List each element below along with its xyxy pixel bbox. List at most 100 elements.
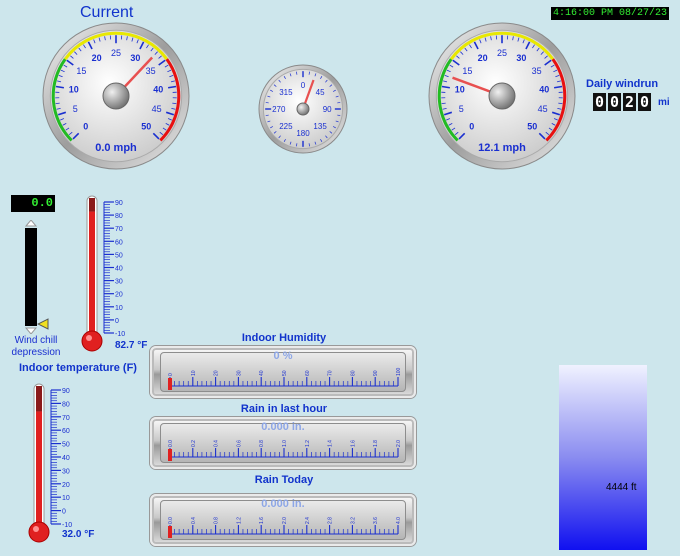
gauge-tick-label: 30	[516, 53, 526, 63]
bar-tick-label: 0	[168, 373, 174, 376]
bar-tick-label: 50	[282, 370, 288, 376]
thermometer-tick-label: 60	[115, 239, 123, 246]
thermometer-mercury	[36, 411, 42, 528]
compass-label: 45	[316, 88, 325, 97]
gauge-tick-label: 5	[459, 104, 464, 114]
gauge-tick	[558, 102, 563, 105]
wind-chill-label-line1: Wind chill	[14, 335, 58, 346]
bar-tick-label: 0.2	[191, 440, 197, 447]
outdoor-thermometer: 90 80 70 60 50 40 30 20 10 0 -10	[78, 190, 138, 355]
gauge-tick-label: 25	[497, 48, 507, 58]
bar-tick-label: 0.8	[259, 440, 265, 447]
gauge-tick-label: 10	[455, 84, 465, 94]
rain-today-value: 0.000 in.	[261, 498, 305, 510]
humidity-scale: 0 10 20 30 40 50 60 70 80 90 100	[168, 367, 402, 390]
cloud-base-panel	[559, 365, 647, 550]
gauge-tick-label: 40	[153, 84, 163, 94]
windrun-label: Daily windrun	[586, 78, 659, 90]
thermometer-tick-label: 60	[62, 428, 70, 435]
wind-speed-gauge: 0 5 10 15 20 25 30 35 40 45 50 0.0 mph	[42, 22, 190, 170]
bar-indicator	[168, 449, 172, 461]
thermometer-tick-label: 50	[115, 252, 123, 259]
bar-tick-label: 0.4	[214, 440, 220, 447]
gauge-tick-label: 25	[111, 48, 121, 58]
bar-tick-label: 100	[396, 367, 402, 376]
indoor-temp-title: Indoor temperature (F)	[19, 362, 137, 374]
rain-hour-bar-gauge: 0.000 in. 0.0 0.2 0.4 0.6 0.8 1.0 1.2 1.4 1.6 1.8…	[150, 417, 416, 469]
thermometer-tick-label: 30	[62, 468, 70, 475]
thermometer-tick-label: 30	[115, 279, 123, 286]
windrun-digit: 0	[593, 93, 606, 111]
thermometer-tick-label: 40	[115, 266, 123, 273]
bar-tick-label: 1.6	[259, 517, 265, 524]
bar-tick-label: 2.8	[328, 517, 334, 524]
gauge-tick-label: 20	[478, 53, 488, 63]
wind-speed-value: 0.0 mph	[95, 142, 137, 154]
gust-speed-value: 12.1 mph	[478, 142, 526, 154]
bar-tick-label: 0.0	[168, 440, 174, 447]
bar-tick-label: 0.0	[168, 517, 174, 524]
bar-indicator	[168, 378, 172, 390]
bar-tick-label: 0.6	[236, 440, 242, 447]
compass-label: 315	[279, 88, 293, 97]
bar-tick-label: 1.0	[282, 440, 288, 447]
thermometer-tick-label: 80	[62, 401, 70, 408]
rain-today-bar-gauge: 0.000 in. 0.0 0.4 0.8 1.2 1.6 2.0 2.4 2.8 3.2 3.6…	[150, 494, 416, 546]
gust-speed-gauge: 0 5 10 15 20 25 30 35 40 45 50 12.1 mph	[428, 22, 576, 170]
humidity-bar-gauge: 0 % 0 10 20 30 40 50 60 70 80 90 100	[150, 346, 416, 398]
gauge-tick-label: 50	[527, 121, 537, 131]
outdoor-thermometer-scale: 90 80 70 60 50 40 30 20 10 0 -10	[81, 195, 125, 352]
bar-tick-label: 1.4	[328, 440, 334, 447]
thermometer-tick-label: 40	[62, 455, 70, 462]
humidity-value: 0 %	[273, 350, 293, 362]
gauge-tick-label: 0	[83, 121, 88, 131]
bar-tick-label: 60	[305, 370, 311, 376]
gauge-tick-label: 30	[130, 53, 140, 63]
outdoor-temp-value: 82.7 °F	[115, 340, 148, 351]
gauge-tick-label: 15	[462, 66, 472, 76]
gauge-tick-label: 45	[152, 104, 162, 114]
thermometer-tick-label: 0	[115, 318, 119, 325]
rain-hour-title: Rain in last hour	[240, 403, 328, 415]
wind-chill-label: Wind chill depression	[6, 335, 66, 359]
wind-chill-bar	[24, 220, 38, 334]
bar-tick-label: 3.6	[373, 517, 379, 524]
thermometer-tick-label: -10	[62, 522, 72, 529]
thermometer-bulb-highlight	[86, 335, 92, 341]
compass-hub	[296, 102, 310, 116]
windrun-digit: 0	[638, 93, 651, 111]
thermometer-tick-label: -10	[115, 331, 125, 338]
windrun-digit: 0	[608, 93, 621, 111]
indoor-thermometer: 90 80 70 60 50 40 30 20 10 0 -10	[25, 378, 85, 546]
thermometer-bulb-highlight	[33, 526, 39, 532]
windrun-odometer: 0020	[593, 93, 653, 112]
thermometer-tick-label: 70	[115, 226, 123, 233]
bar-tick-label: 1.8	[373, 440, 379, 447]
compass-label: 135	[313, 122, 327, 131]
page-title: Current	[80, 4, 134, 21]
compass-label: 90	[323, 105, 332, 114]
cloud-base-value: 4444 ft	[606, 482, 637, 493]
bar-indicator	[168, 526, 172, 538]
bar-tick-label: 1.6	[350, 440, 356, 447]
bar-tick-label: 70	[328, 370, 334, 376]
rain-today-scale: 0.0 0.4 0.8 1.2 1.6 2.0 2.4 2.8 3.2 3.6 4.0	[168, 517, 402, 538]
compass-label: 0	[301, 81, 306, 90]
bar-tick-label: 30	[236, 370, 242, 376]
gauge-hub	[488, 82, 516, 110]
wind-chill-pointer-icon	[37, 318, 49, 330]
bar-tick-label: 2.0	[396, 440, 402, 447]
thermometer-tick-label: 20	[115, 292, 123, 299]
bar-tick-label: 80	[350, 370, 356, 376]
thermometer-tick-label: 50	[62, 442, 70, 449]
gauge-tick-label: 35	[532, 66, 542, 76]
thermometer-tick-label: 10	[62, 495, 70, 502]
thermometer-tick-label: 80	[115, 213, 123, 220]
wind-chill-display: 0.0	[11, 195, 55, 212]
thermometer-tick-label: 90	[115, 200, 123, 207]
bar-tick-label: 4.0	[396, 517, 402, 524]
gauge-tick-label: 45	[538, 104, 548, 114]
gauge-tick-label: 15	[76, 66, 86, 76]
thermometer-tick-label: 10	[115, 305, 123, 312]
gauge-tick-label: 20	[92, 53, 102, 63]
